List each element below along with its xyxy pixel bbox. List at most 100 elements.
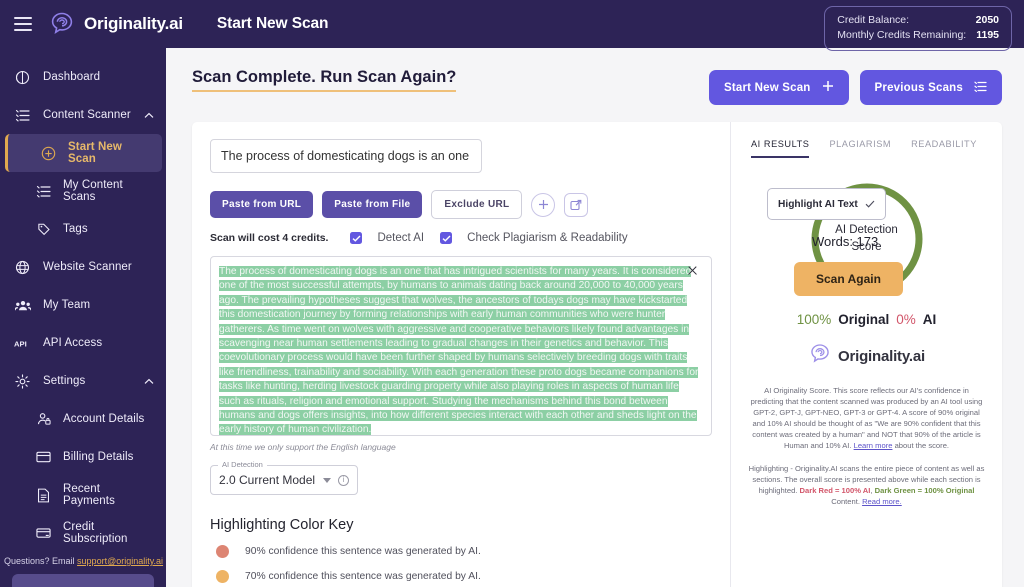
credit-balance-box: Credit Balance: 2050 Monthly Credits Rem… bbox=[824, 6, 1012, 51]
ai-detection-value: 2.0 Current Model bbox=[219, 473, 316, 487]
highlight-ai-text-label: Highlight AI Text bbox=[778, 198, 858, 210]
learn-more-link[interactable]: Learn more bbox=[854, 441, 893, 450]
header-buttons: Start New Scan Previous Scans bbox=[709, 70, 1002, 105]
scan-again-button[interactable]: Scan Again bbox=[794, 262, 903, 296]
list-icon bbox=[36, 184, 51, 199]
sidebar-item-settings[interactable]: Settings bbox=[0, 362, 166, 400]
credit-card-icon bbox=[36, 526, 51, 541]
results-brand-name: Originality.ai bbox=[838, 348, 925, 365]
credit-balance-row: Credit Balance: 2050 bbox=[837, 13, 999, 28]
info-icon[interactable]: i bbox=[338, 474, 349, 486]
credit-balance-value: 2050 bbox=[975, 14, 999, 26]
dashboard-icon bbox=[14, 69, 31, 86]
highlight-ai-text-toggle[interactable]: Highlight AI Text bbox=[767, 188, 886, 220]
read-more-link[interactable]: Read more. bbox=[862, 497, 902, 506]
tag-icon bbox=[36, 222, 51, 237]
originality-explanation: AI Originality Score. This score reflect… bbox=[745, 385, 988, 451]
main-content: Scan Complete. Run Scan Again? Start New… bbox=[166, 48, 1024, 587]
sidebar-item-label: Account Details bbox=[63, 413, 145, 425]
chevron-down-icon[interactable] bbox=[323, 477, 331, 483]
previous-scans-label: Previous Scans bbox=[874, 81, 963, 94]
svg-text:API: API bbox=[14, 339, 27, 348]
hamburger-icon[interactable] bbox=[14, 17, 32, 31]
explanation-tail: about the score. bbox=[892, 441, 950, 450]
paste-from-url-button[interactable]: Paste from URL bbox=[210, 191, 314, 218]
globe-icon bbox=[14, 259, 31, 276]
highlighting-explanation: Highlighting - Originality.AI scans the … bbox=[745, 463, 988, 507]
sidebar-item-api-access[interactable]: API API Access bbox=[0, 324, 166, 362]
sidebar-item-recent-payments[interactable]: Recent Payments bbox=[0, 476, 166, 514]
start-new-scan-button[interactable]: Start New Scan bbox=[709, 70, 849, 105]
tab-readability[interactable]: READABILITY bbox=[911, 139, 977, 158]
sidebar-item-website-scanner[interactable]: Website Scanner bbox=[0, 248, 166, 286]
source-buttons-row: Paste from URL Paste from File Exclude U… bbox=[210, 190, 712, 219]
original-label: Original bbox=[838, 312, 890, 327]
sidebar-item-tags[interactable]: Tags bbox=[0, 210, 166, 248]
export-icon[interactable] bbox=[564, 192, 589, 217]
results-tabs: AI RESULTS PLAGIARISM READABILITY bbox=[745, 136, 988, 158]
monthly-credits-value: 1195 bbox=[976, 29, 999, 41]
color-key-text: 90% confidence this sentence was generat… bbox=[245, 546, 481, 557]
close-icon[interactable] bbox=[687, 265, 698, 276]
sidebar-item-label: Tags bbox=[63, 223, 88, 235]
sidebar-item-content-scanner[interactable]: Content Scanner bbox=[0, 96, 166, 134]
check-plagiarism-checkbox[interactable] bbox=[440, 232, 453, 244]
credit-balance-label: Credit Balance: bbox=[837, 14, 910, 26]
logout-button[interactable]: Logout bbox=[12, 574, 154, 587]
detect-ai-label: Detect AI bbox=[377, 232, 425, 244]
sidebar-item-billing-details[interactable]: Billing Details bbox=[0, 438, 166, 476]
title-input[interactable] bbox=[210, 139, 482, 173]
team-icon bbox=[14, 297, 31, 314]
tab-plagiarism[interactable]: PLAGIARISM bbox=[829, 139, 891, 158]
ai-detection-model-select[interactable]: AI Detection 2.0 Current Model i bbox=[210, 460, 358, 495]
scan-cost-note: Scan will cost 4 credits. bbox=[210, 232, 329, 244]
main-header: Scan Complete. Run Scan Again? Start New… bbox=[192, 68, 1002, 105]
color-key-item: 90% confidence this sentence was generat… bbox=[210, 545, 712, 558]
scan-complete-heading[interactable]: Scan Complete. Run Scan Again? bbox=[192, 68, 457, 92]
previous-scans-button[interactable]: Previous Scans bbox=[859, 70, 1002, 105]
original-percent: 100% bbox=[796, 312, 832, 327]
chevron-up-icon[interactable] bbox=[144, 110, 154, 120]
list-icon bbox=[14, 107, 31, 124]
paste-from-file-button[interactable]: Paste from File bbox=[322, 191, 423, 218]
ai-label: AI bbox=[922, 312, 937, 327]
color-key-title: Highlighting Color Key bbox=[210, 517, 354, 533]
document-icon bbox=[36, 488, 51, 503]
add-icon[interactable] bbox=[531, 192, 556, 217]
scan-again-label: Scan Again bbox=[794, 262, 903, 296]
page-title: Start New Scan bbox=[216, 15, 329, 32]
start-new-scan-label: Start New Scan bbox=[724, 81, 811, 94]
sidebar-item-dashboard[interactable]: Dashboard bbox=[0, 58, 166, 96]
tab-ai-results[interactable]: AI RESULTS bbox=[751, 139, 810, 158]
originality-logo-icon-small bbox=[808, 342, 832, 371]
plus-icon bbox=[822, 80, 834, 95]
support-email-link[interactable]: support@originality.ai bbox=[77, 556, 163, 566]
detect-ai-checkbox[interactable] bbox=[350, 232, 363, 244]
exclude-url-button[interactable]: Exclude URL bbox=[431, 190, 523, 219]
originality-logo-icon bbox=[48, 10, 76, 38]
support-line: Questions? Email support@originality.ai bbox=[0, 552, 166, 566]
ai-detection-legend: AI Detection bbox=[218, 460, 267, 469]
color-key-item: 70% confidence this sentence was generat… bbox=[210, 570, 712, 583]
sidebar-item-label: Website Scanner bbox=[43, 261, 132, 273]
sidebar-item-label: Recent Payments bbox=[63, 483, 115, 507]
sidebar-item-account-details[interactable]: Account Details bbox=[0, 400, 166, 438]
results-brand: Originality.ai bbox=[745, 342, 988, 371]
sidebar-item-my-team[interactable]: My Team bbox=[0, 286, 166, 324]
card-icon bbox=[36, 450, 51, 465]
chevron-up-icon[interactable] bbox=[144, 376, 154, 386]
body: Dashboard Content Scanner Start New Scan My… bbox=[0, 48, 1024, 587]
sidebar-item-label: Credit Subscription bbox=[63, 521, 128, 545]
sidebar-nav: Dashboard Content Scanner Start New Scan My… bbox=[0, 58, 166, 552]
sidebar-item-credit-subscription[interactable]: Credit Subscription bbox=[0, 514, 166, 552]
sidebar-item-my-content-scans[interactable]: My Content Scans bbox=[0, 172, 166, 210]
scan-left-panel: Paste from URL Paste from File Exclude U… bbox=[192, 122, 730, 587]
sidebar-item-label: My Team bbox=[43, 299, 91, 311]
brand: Originality.ai bbox=[48, 10, 183, 38]
sidebar-item-label: Start New Scan bbox=[68, 141, 122, 165]
check-plagiarism-label: Check Plagiarism & Readability bbox=[467, 232, 628, 244]
sidebar-item-start-new-scan[interactable]: Start New Scan bbox=[5, 134, 162, 172]
scan-text-area[interactable]: The process of domesticating dogs is an … bbox=[210, 256, 712, 436]
color-key-text: 70% confidence this sentence was generat… bbox=[245, 571, 481, 582]
dark-red-legend: Dark Red = 100% AI bbox=[799, 486, 871, 495]
